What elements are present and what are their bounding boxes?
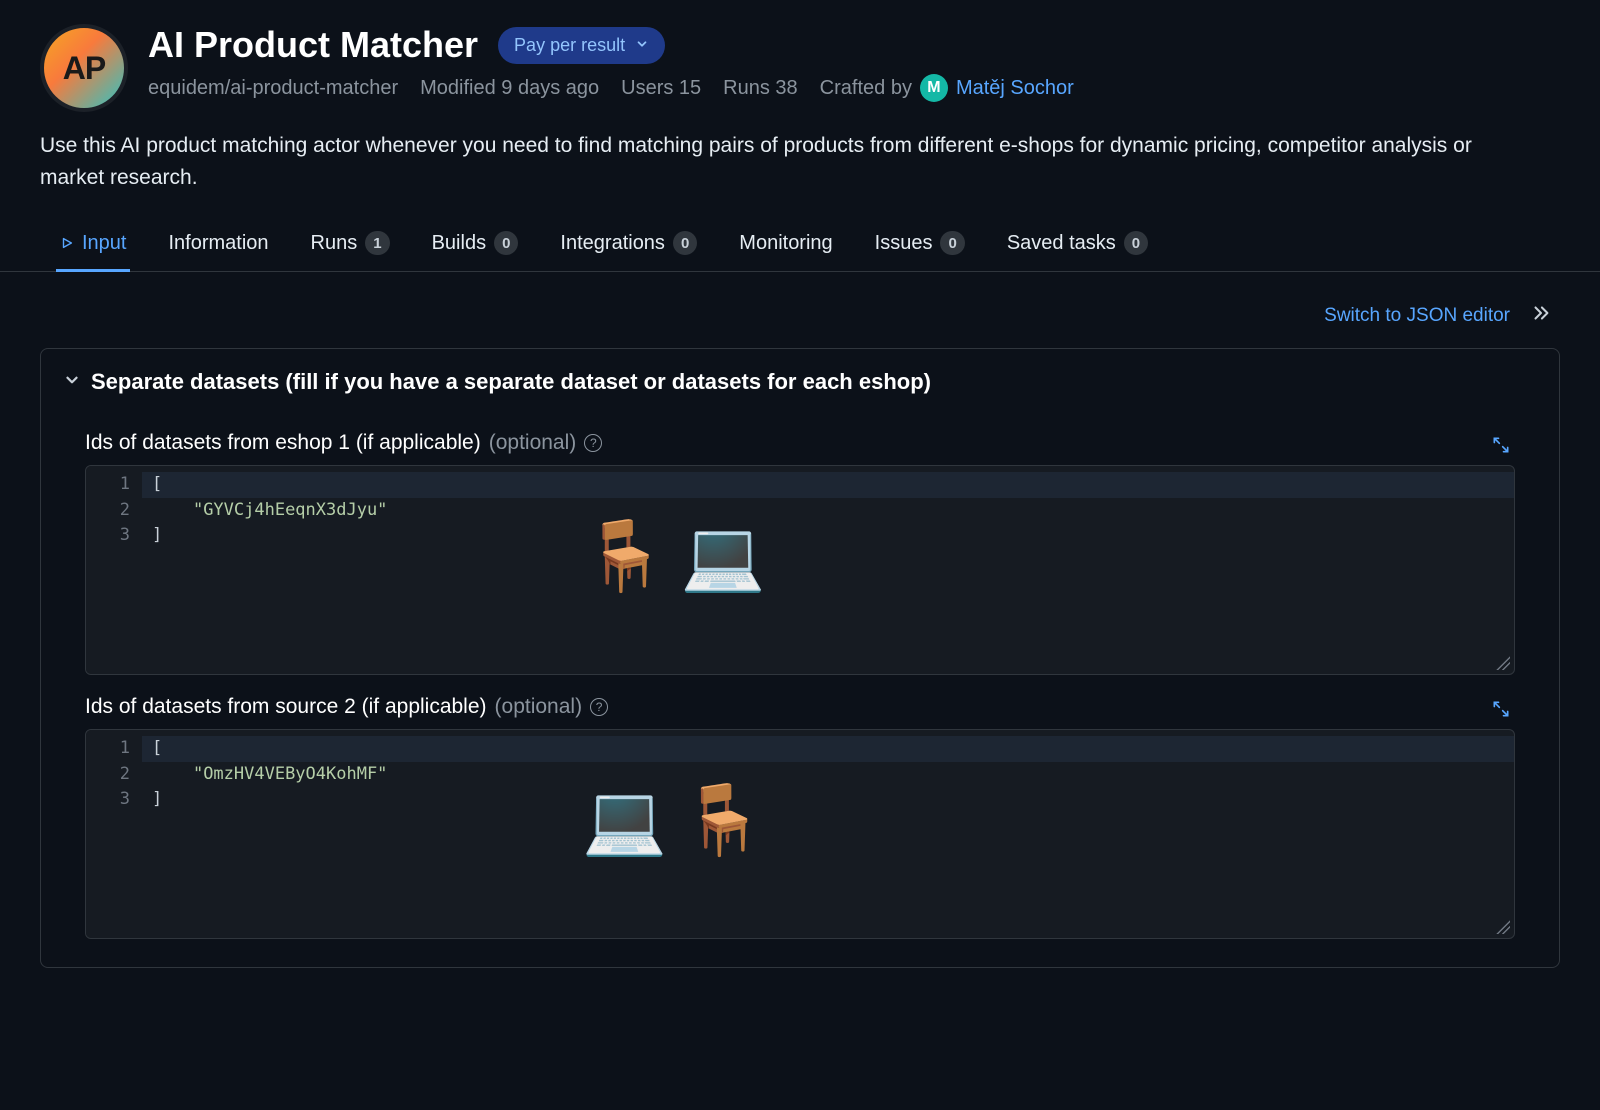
tab-issues[interactable]: Issues 0	[871, 217, 969, 272]
tab-input[interactable]: Input	[56, 217, 130, 272]
tab-saved-tasks[interactable]: Saved tasks 0	[1003, 217, 1152, 272]
tab-issues-count: 0	[940, 231, 964, 255]
field-eshop1-ids: Ids of datasets from eshop 1 (if applica…	[41, 415, 1559, 679]
gutter: 1 2 3	[86, 466, 142, 674]
page-title: AI Product Matcher	[148, 24, 478, 66]
actor-description: Use this AI product matching actor whene…	[40, 130, 1540, 193]
actor-slug: equidem/ai-product-matcher	[148, 77, 398, 100]
field1-label: Ids of datasets from eshop 1 (if applica…	[85, 431, 481, 455]
crafted-prefix: Crafted by	[820, 77, 912, 100]
field2-code-editor[interactable]: 1 2 3 [ "OmzHV4VEByO4KohMF" ] 💻 🪑	[85, 729, 1515, 939]
code-line: ]	[152, 525, 162, 545]
section-title: Separate datasets (fill if you have a se…	[91, 369, 931, 395]
field-source2-ids: Ids of datasets from source 2 (if applic…	[41, 679, 1559, 943]
code-string: "OmzHV4VEByO4KohMF"	[193, 764, 387, 784]
code-body[interactable]: [ "OmzHV4VEByO4KohMF" ] 💻 🪑	[142, 730, 1514, 938]
pricing-badge[interactable]: Pay per result	[498, 27, 665, 64]
tab-builds[interactable]: Builds 0	[428, 217, 523, 272]
tab-runs-count: 1	[365, 231, 389, 255]
tab-monitoring-label: Monitoring	[739, 232, 832, 255]
tab-input-label: Input	[82, 232, 126, 255]
code-line: [	[152, 738, 162, 758]
tab-information-label: Information	[168, 232, 268, 255]
crafted-by: Crafted by M Matěj Sochor	[820, 74, 1074, 102]
help-icon[interactable]: ?	[584, 434, 602, 452]
tab-issues-label: Issues	[875, 232, 933, 255]
tab-runs-label: Runs	[311, 232, 358, 255]
tab-builds-label: Builds	[432, 232, 486, 255]
tab-information[interactable]: Information	[164, 217, 272, 272]
line-number: 1	[104, 736, 130, 762]
chevron-down-icon	[635, 35, 649, 56]
line-number: 2	[104, 762, 130, 788]
switch-json-editor-link[interactable]: Switch to JSON editor	[1324, 305, 1510, 327]
section-separate-datasets: Separate datasets (fill if you have a se…	[40, 348, 1560, 968]
tab-monitoring[interactable]: Monitoring	[735, 217, 836, 272]
line-number: 3	[104, 523, 130, 549]
tab-integrations-count: 0	[673, 231, 697, 255]
resize-handle[interactable]	[1496, 656, 1510, 670]
tabs-bar: Input Information Runs 1 Builds 0 Integr…	[0, 217, 1600, 272]
tab-saved-tasks-label: Saved tasks	[1007, 232, 1116, 255]
author-link[interactable]: Matěj Sochor	[956, 77, 1074, 100]
gutter: 1 2 3	[86, 730, 142, 938]
field1-optional: (optional)	[489, 431, 577, 455]
author-avatar[interactable]: M	[920, 74, 948, 102]
tab-builds-count: 0	[494, 231, 518, 255]
tab-runs[interactable]: Runs 1	[307, 217, 394, 272]
line-number: 3	[104, 787, 130, 813]
field2-optional: (optional)	[495, 695, 583, 719]
chevron-down-icon	[63, 369, 81, 395]
code-body[interactable]: [ "GYVCj4hEeqnX3dJyu" ] 🪑 💻	[142, 466, 1514, 674]
users-count: Users 15	[621, 77, 701, 100]
expand-icon[interactable]	[1491, 435, 1511, 460]
help-icon[interactable]: ?	[590, 698, 608, 716]
tab-integrations-label: Integrations	[560, 232, 665, 255]
code-line: [	[152, 474, 162, 494]
line-number: 1	[104, 472, 130, 498]
modified-date: Modified 9 days ago	[420, 77, 599, 100]
expand-icon[interactable]	[1491, 699, 1511, 724]
field1-code-editor[interactable]: 1 2 3 [ "GYVCj4hEeqnX3dJyu" ] 🪑 💻	[85, 465, 1515, 675]
code-line: ]	[152, 789, 162, 809]
section-header[interactable]: Separate datasets (fill if you have a se…	[41, 349, 1559, 415]
actor-logo-initials: AP	[63, 50, 105, 87]
field2-label: Ids of datasets from source 2 (if applic…	[85, 695, 487, 719]
pricing-label: Pay per result	[514, 35, 625, 56]
actor-logo: AP	[40, 24, 128, 112]
line-number: 2	[104, 498, 130, 524]
code-string: "GYVCj4hEeqnX3dJyu"	[193, 500, 387, 520]
resize-handle[interactable]	[1496, 920, 1510, 934]
tab-integrations[interactable]: Integrations 0	[556, 217, 701, 272]
play-icon	[60, 236, 74, 250]
chevron-double-right-icon[interactable]	[1530, 302, 1552, 330]
runs-count-meta: Runs 38	[723, 77, 798, 100]
tab-saved-tasks-count: 0	[1124, 231, 1148, 255]
